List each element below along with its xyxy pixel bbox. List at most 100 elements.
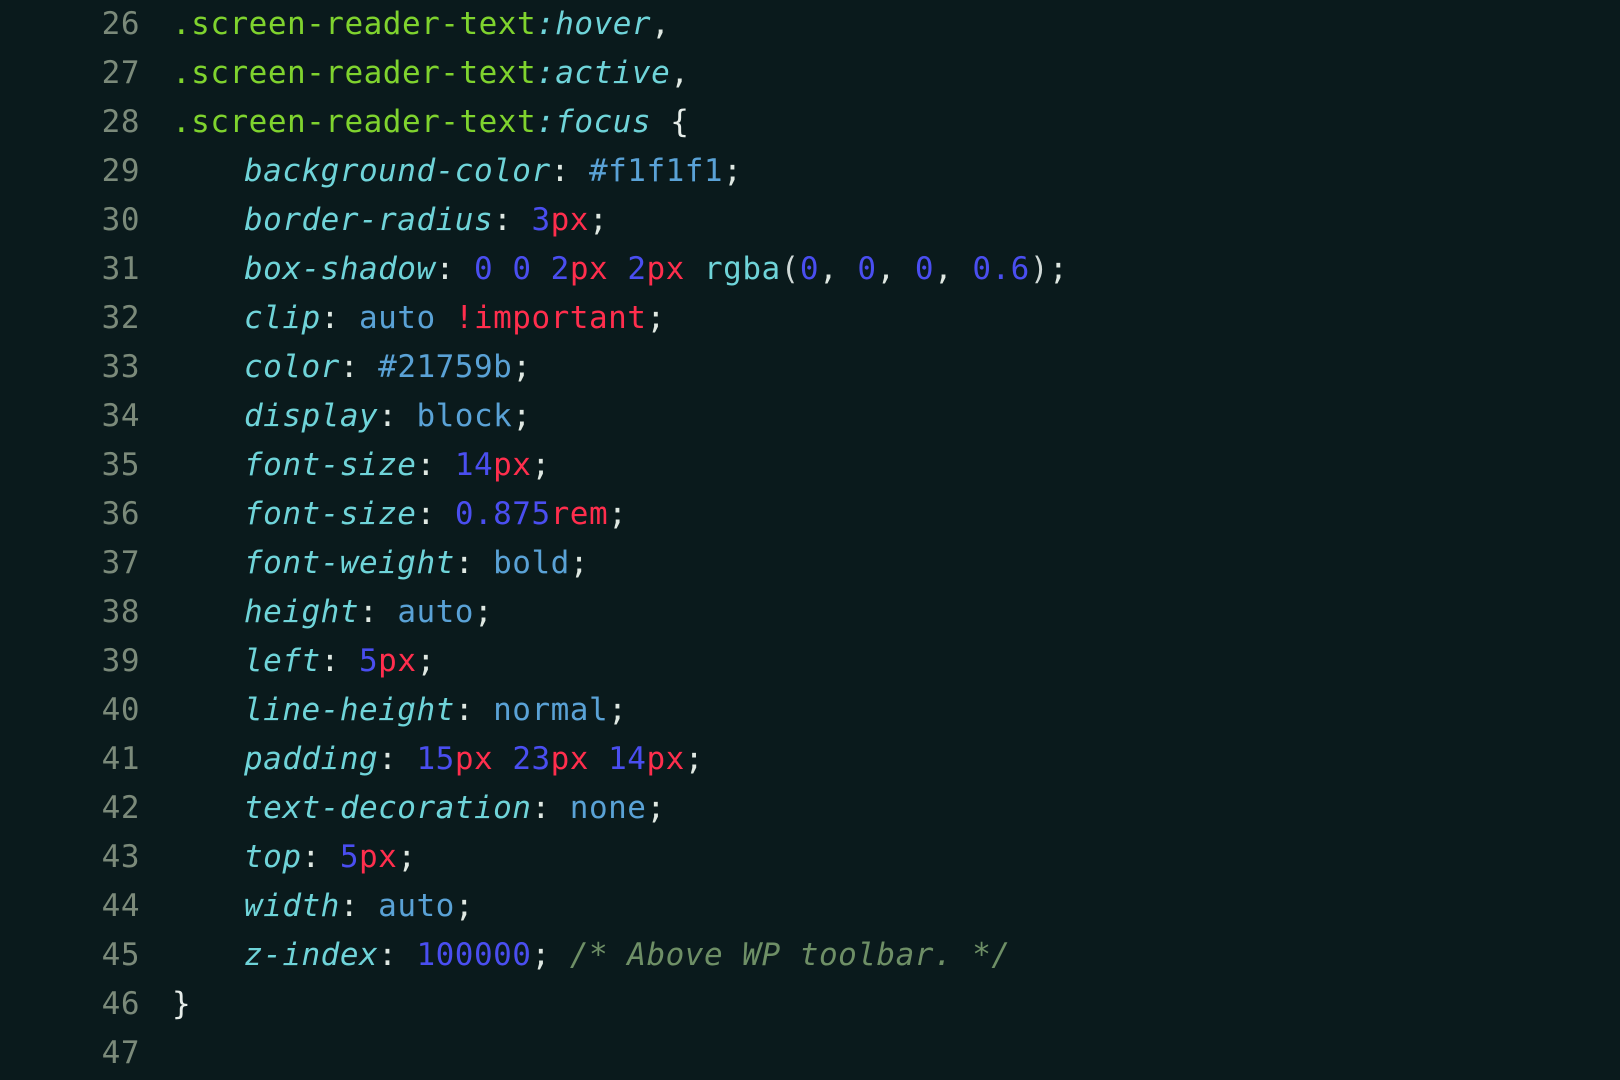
code-token: auto bbox=[397, 594, 474, 630]
code-content[interactable]: border-radius: 3px; bbox=[172, 196, 1620, 245]
code-token: px bbox=[646, 741, 684, 777]
code-content[interactable]: color: #21759b; bbox=[172, 343, 1620, 392]
code-line[interactable]: 30border-radius: 3px; bbox=[0, 196, 1620, 245]
code-token: width bbox=[244, 888, 340, 924]
code-token: ; bbox=[512, 398, 531, 434]
code-line[interactable]: 29background-color: #f1f1f1; bbox=[0, 147, 1620, 196]
code-token: , bbox=[819, 251, 857, 287]
line-number: 47 bbox=[0, 1029, 172, 1078]
code-token: , bbox=[670, 55, 689, 91]
code-token: 2 bbox=[551, 251, 570, 287]
code-token: ( bbox=[781, 251, 800, 287]
code-content[interactable]: font-weight: bold; bbox=[172, 539, 1620, 588]
code-line[interactable]: 46} bbox=[0, 980, 1620, 1029]
code-line[interactable]: 43top: 5px; bbox=[0, 833, 1620, 882]
code-content[interactable]: box-shadow: 0 0 2px 2px rgba(0, 0, 0, 0.… bbox=[172, 245, 1620, 294]
code-token: bold bbox=[493, 545, 570, 581]
code-token: rem bbox=[551, 496, 609, 532]
code-token: background-color bbox=[244, 153, 551, 189]
code-token: , bbox=[877, 251, 915, 287]
code-content[interactable]: background-color: #f1f1f1; bbox=[172, 147, 1620, 196]
code-token: , bbox=[934, 251, 972, 287]
code-content[interactable]: font-size: 14px; bbox=[172, 441, 1620, 490]
line-number: 30 bbox=[0, 196, 172, 245]
line-number: 41 bbox=[0, 735, 172, 784]
code-token: : bbox=[416, 496, 454, 532]
code-token: box-shadow bbox=[244, 251, 436, 287]
code-line[interactable]: 34display: block; bbox=[0, 392, 1620, 441]
code-content[interactable]: left: 5px; bbox=[172, 637, 1620, 686]
code-token: : bbox=[321, 643, 359, 679]
code-token: text-decoration bbox=[244, 790, 531, 826]
code-line[interactable]: 41padding: 15px 23px 14px; bbox=[0, 735, 1620, 784]
code-line[interactable]: 47 bbox=[0, 1029, 1620, 1078]
code-token: : bbox=[416, 447, 454, 483]
code-content[interactable]: .screen-reader-text:hover, bbox=[172, 0, 1620, 49]
code-content[interactable]: font-size: 0.875rem; bbox=[172, 490, 1620, 539]
code-line[interactable]: 38height: auto; bbox=[0, 588, 1620, 637]
code-token: : bbox=[340, 349, 378, 385]
code-line[interactable]: 35font-size: 14px; bbox=[0, 441, 1620, 490]
code-line[interactable]: 40line-height: normal; bbox=[0, 686, 1620, 735]
code-line[interactable]: 33color: #21759b; bbox=[0, 343, 1620, 392]
code-token: 0 bbox=[800, 251, 819, 287]
code-token: px bbox=[647, 251, 685, 287]
code-token: px bbox=[551, 741, 589, 777]
code-token: !important bbox=[455, 300, 647, 336]
code-token bbox=[589, 741, 608, 777]
code-token: ; bbox=[1049, 251, 1068, 287]
code-content[interactable]: clip: auto !important; bbox=[172, 294, 1620, 343]
code-editor[interactable]: 26.screen-reader-text:hover,27.screen-re… bbox=[0, 0, 1620, 1078]
code-content[interactable]: z-index: 100000; /* Above WP toolbar. */ bbox=[172, 931, 1620, 980]
code-token: auto bbox=[359, 300, 436, 336]
code-token: 23 bbox=[512, 741, 550, 777]
code-content[interactable]: height: auto; bbox=[172, 588, 1620, 637]
code-token: .screen-reader-text bbox=[172, 104, 536, 140]
code-token: 0 bbox=[857, 251, 876, 287]
code-token: ; bbox=[723, 153, 742, 189]
code-token: .screen-reader-text bbox=[172, 6, 536, 42]
code-line[interactable]: 32clip: auto !important; bbox=[0, 294, 1620, 343]
code-line[interactable]: 36font-size: 0.875rem; bbox=[0, 490, 1620, 539]
code-line[interactable]: 26.screen-reader-text:hover, bbox=[0, 0, 1620, 49]
code-token: : bbox=[359, 594, 397, 630]
code-content[interactable]: padding: 15px 23px 14px; bbox=[172, 735, 1620, 784]
line-number: 32 bbox=[0, 294, 172, 343]
line-number: 29 bbox=[0, 147, 172, 196]
code-token bbox=[436, 300, 455, 336]
code-line[interactable]: 39left: 5px; bbox=[0, 637, 1620, 686]
code-line[interactable]: 45z-index: 100000; /* Above WP toolbar. … bbox=[0, 931, 1620, 980]
code-token: 0.6 bbox=[972, 251, 1030, 287]
code-token: normal bbox=[493, 692, 608, 728]
code-content[interactable]: width: auto; bbox=[172, 882, 1620, 931]
code-token: 0 bbox=[474, 251, 493, 287]
code-content[interactable]: display: block; bbox=[172, 392, 1620, 441]
line-number: 39 bbox=[0, 637, 172, 686]
code-token: : bbox=[455, 545, 493, 581]
code-token bbox=[493, 741, 512, 777]
code-token: px bbox=[570, 251, 608, 287]
code-token: ; bbox=[589, 202, 608, 238]
code-line[interactable]: 44width: auto; bbox=[0, 882, 1620, 931]
code-token: ; bbox=[397, 839, 416, 875]
code-content[interactable]: .screen-reader-text:focus { bbox=[172, 98, 1620, 147]
code-line[interactable]: 31box-shadow: 0 0 2px 2px rgba(0, 0, 0, … bbox=[0, 245, 1620, 294]
code-line[interactable]: 28.screen-reader-text:focus { bbox=[0, 98, 1620, 147]
code-token: ; bbox=[608, 692, 627, 728]
code-line[interactable]: 37font-weight: bold; bbox=[0, 539, 1620, 588]
code-line[interactable]: 42text-decoration: none; bbox=[0, 784, 1620, 833]
line-number: 37 bbox=[0, 539, 172, 588]
code-content[interactable]: text-decoration: none; bbox=[172, 784, 1620, 833]
code-line[interactable]: 27.screen-reader-text:active, bbox=[0, 49, 1620, 98]
code-token: font-weight bbox=[244, 545, 455, 581]
code-content[interactable]: top: 5px; bbox=[172, 833, 1620, 882]
code-content[interactable]: line-height: normal; bbox=[172, 686, 1620, 735]
code-content[interactable]: } bbox=[172, 980, 1620, 1029]
code-token: /* Above WP toolbar. */ bbox=[570, 937, 1011, 973]
code-token: ; bbox=[455, 888, 474, 924]
code-token: left bbox=[244, 643, 321, 679]
code-token: , bbox=[651, 6, 670, 42]
code-token: } bbox=[172, 986, 191, 1022]
code-token bbox=[608, 251, 627, 287]
code-content[interactable]: .screen-reader-text:active, bbox=[172, 49, 1620, 98]
